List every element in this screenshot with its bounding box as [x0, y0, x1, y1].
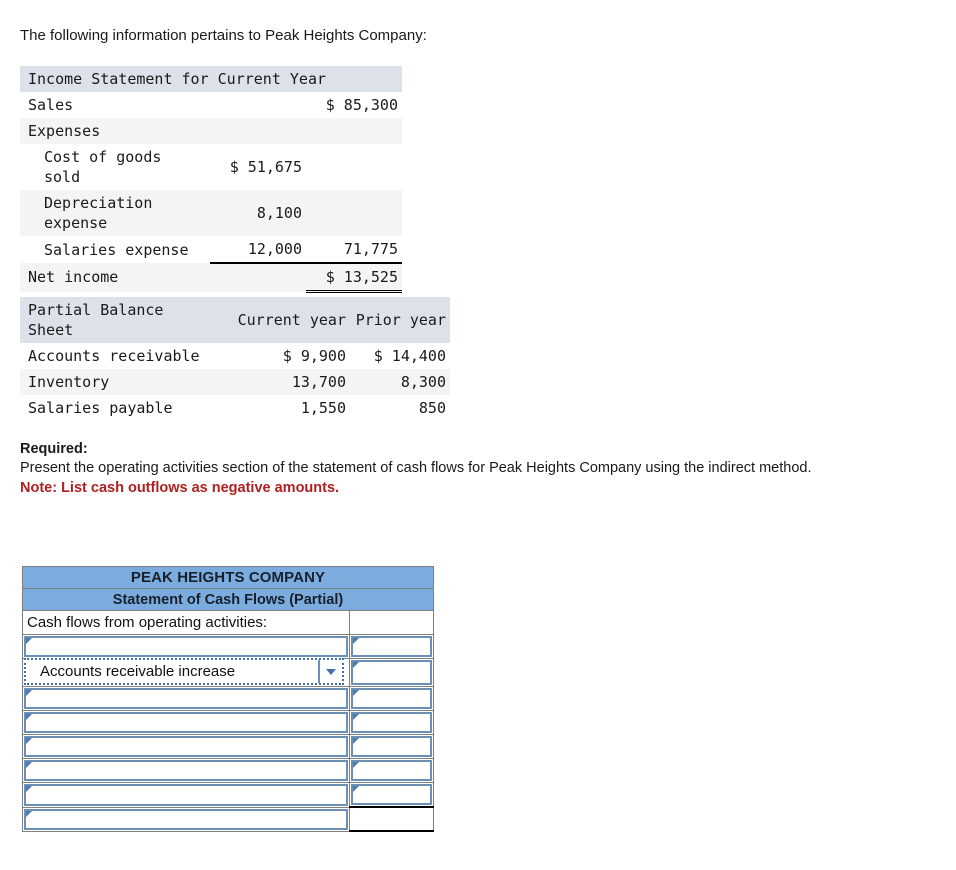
- operating-activities-label: Cash flows from operating activities:: [22, 610, 350, 635]
- description-input-cell-3[interactable]: [22, 686, 350, 711]
- row-amount-1: [210, 118, 306, 144]
- partial-balance-sheet-table: Partial Balance Sheet Current year Prior…: [20, 297, 450, 421]
- row-label: Salaries expense: [44, 240, 189, 259]
- chevron-down-icon[interactable]: [318, 660, 342, 683]
- description-input-5[interactable]: [24, 736, 348, 757]
- row-label: Net income: [20, 263, 210, 292]
- row-label: Depreciation expense: [20, 190, 210, 236]
- row-label: Accounts receivable: [28, 347, 200, 365]
- row-label: Cost of goods sold: [44, 148, 162, 186]
- required-section: Required: Present the operating activiti…: [20, 440, 930, 498]
- required-label: Required:: [20, 441, 88, 457]
- row-amount-2: 71,775: [343, 240, 398, 258]
- description-input-cell-4[interactable]: [22, 710, 350, 735]
- row-current-value: $ 9,900: [282, 347, 346, 365]
- row-current-value: 1,550: [300, 399, 346, 417]
- cash-flow-worksheet: PEAK HEIGHTS COMPANY Statement of Cash F…: [22, 566, 435, 832]
- table-row: Cost of goods sold $ 51,675: [20, 144, 402, 190]
- worksheet-company-header-row: PEAK HEIGHTS COMPANY: [22, 566, 434, 589]
- amount-input-cell-2[interactable]: [348, 658, 435, 687]
- amount-input-cell-5[interactable]: [348, 734, 435, 759]
- row-label: Expenses: [20, 118, 210, 144]
- income-statement-title: Income Statement for Current Year: [20, 66, 402, 92]
- description-dropdown[interactable]: Accounts receivable increase: [24, 658, 344, 685]
- row-prior-value: 8,300: [350, 369, 450, 395]
- total-row: [22, 806, 435, 832]
- table-row: [22, 686, 435, 711]
- required-note: Note: List cash outflows as negative amo…: [20, 480, 340, 496]
- table-row: Inventory 13,700 8,300: [20, 369, 450, 395]
- amount-input-7[interactable]: [350, 784, 432, 805]
- table-row: Accounts receivable $ 9,900 $ 14,400: [20, 343, 450, 369]
- operating-activities-value: [348, 610, 435, 635]
- row-amount-1: $ 51,675: [229, 158, 302, 176]
- row-amount-1: 12,000: [247, 240, 302, 258]
- amount-input-cell-4[interactable]: [348, 710, 435, 735]
- row-amount-1: [210, 262, 306, 292]
- row-label: Salaries payable: [28, 399, 173, 417]
- amount-input-cell-7[interactable]: [348, 782, 435, 808]
- total-description-input-cell[interactable]: [22, 806, 350, 832]
- table-row: [22, 782, 435, 808]
- worksheet-statement-title: Statement of Cash Flows (Partial): [22, 588, 434, 611]
- row-prior-value: $ 14,400: [373, 347, 446, 365]
- table-row: [22, 758, 435, 783]
- amount-input-cell-1[interactable]: [348, 634, 435, 659]
- chevron-down-glyph: [326, 668, 336, 675]
- column-header-prior-year: Prior year: [350, 297, 450, 343]
- dropdown-selected-value: Accounts receivable increase: [40, 663, 236, 680]
- amount-input-6[interactable]: [350, 760, 432, 781]
- amount-input-5[interactable]: [350, 736, 432, 757]
- row-prior-value: 850: [418, 399, 446, 417]
- description-input-7[interactable]: [24, 784, 348, 806]
- row-amount-2: $ 13,525: [306, 262, 402, 293]
- amount-input-cell-6[interactable]: [348, 758, 435, 783]
- amount-input-4[interactable]: [350, 712, 432, 733]
- balance-sheet-title: Partial Balance Sheet: [20, 297, 216, 343]
- table-row: [22, 710, 435, 735]
- total-amount-cell[interactable]: [348, 806, 435, 832]
- row-amount-2: [306, 144, 402, 190]
- row-label: Sales: [28, 96, 74, 114]
- table-row: [22, 734, 435, 759]
- intro-paragraph: The following information pertains to Pe…: [20, 27, 427, 44]
- description-input-cell-6[interactable]: [22, 758, 350, 783]
- table-row: [22, 634, 435, 659]
- row-label: Inventory: [20, 369, 216, 395]
- worksheet-lead-row: Cash flows from operating activities:: [22, 610, 435, 635]
- table-row: Expenses: [20, 118, 402, 144]
- row-amount-2: $ 85,300: [325, 96, 398, 114]
- table-row-active-dropdown[interactable]: Accounts receivable increase: [22, 658, 435, 687]
- row-current-value: 13,700: [216, 369, 350, 395]
- table-row: Salaries payable 1,550 850: [20, 395, 450, 421]
- description-input-6[interactable]: [24, 760, 348, 781]
- table-row: Sales $ 85,300: [20, 92, 402, 118]
- description-input-cell-5[interactable]: [22, 734, 350, 759]
- column-header-current-year: Current year: [216, 297, 350, 343]
- description-input-4[interactable]: [24, 712, 348, 733]
- amount-input-1[interactable]: [350, 636, 432, 657]
- row-amount-2: [306, 190, 402, 236]
- description-input-3[interactable]: [24, 688, 348, 709]
- balance-sheet-header-row: Partial Balance Sheet Current year Prior…: [20, 297, 450, 343]
- required-instructions: Present the operating activities section…: [20, 460, 812, 476]
- row-amount-1: 8,100: [210, 190, 306, 236]
- row-amount-1: [210, 92, 306, 118]
- description-input-cell-7[interactable]: [22, 782, 350, 808]
- table-row: Salaries expense 12,000 71,775: [20, 236, 402, 263]
- amount-input-cell-3[interactable]: [348, 686, 435, 711]
- total-description-input[interactable]: [24, 808, 348, 830]
- worksheet-company-title: PEAK HEIGHTS COMPANY: [22, 566, 434, 589]
- worksheet-statement-header-row: Statement of Cash Flows (Partial): [22, 588, 434, 611]
- income-statement-table: Income Statement for Current Year Sales …: [20, 66, 402, 293]
- description-input-1[interactable]: [24, 636, 348, 657]
- description-input-cell-1[interactable]: [22, 634, 350, 659]
- net-income-row: Net income $ 13,525: [20, 262, 402, 293]
- amount-input-2[interactable]: [350, 660, 432, 685]
- amount-input-3[interactable]: [350, 688, 432, 709]
- income-statement-header-row: Income Statement for Current Year: [20, 66, 402, 92]
- table-row: Depreciation expense 8,100: [20, 190, 402, 236]
- description-dropdown-cell[interactable]: Accounts receivable increase: [22, 658, 350, 687]
- row-amount-2: [306, 118, 402, 144]
